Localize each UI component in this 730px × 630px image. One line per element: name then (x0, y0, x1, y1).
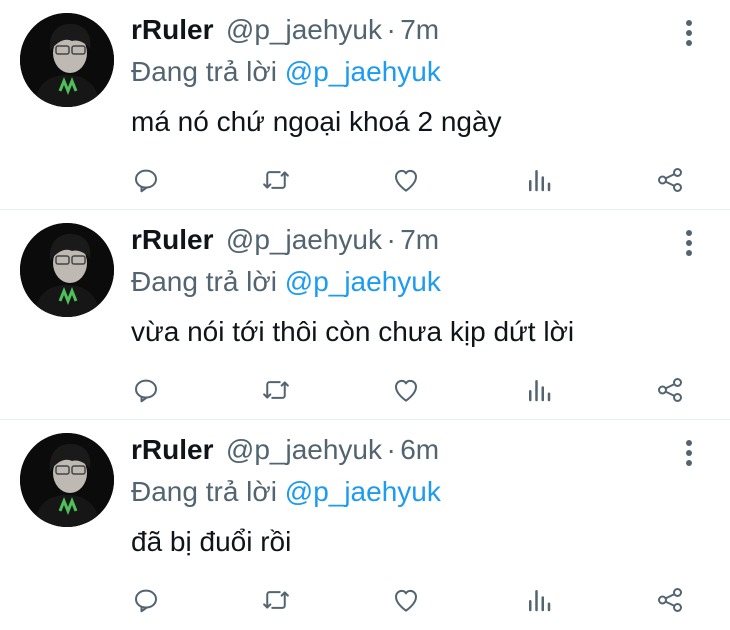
reply-mention-link[interactable]: @p_jaehyuk (285, 56, 441, 87)
reply-prefix: Đang trả lời (131, 476, 277, 507)
reply-mention-link[interactable]: @p_jaehyuk (285, 266, 441, 297)
avatar-photo (20, 223, 114, 317)
user-handle[interactable]: @p_jaehyuk (226, 14, 382, 45)
timestamp[interactable]: 7m (400, 14, 439, 45)
more-vertical-icon[interactable] (674, 226, 704, 260)
like-icon[interactable] (388, 582, 424, 618)
avatar[interactable] (20, 433, 114, 527)
avatar-photo (20, 13, 114, 107)
tweet[interactable]: rRuler @p_jaehyuk · 7m Đang trả lời @p_j… (0, 210, 730, 420)
separator-dot: · (386, 434, 396, 465)
reply-prefix: Đang trả lời (131, 56, 277, 87)
tweet-header: rRuler @p_jaehyuk · 7m (131, 220, 439, 260)
retweet-icon[interactable] (258, 372, 294, 408)
display-name[interactable]: rRuler (131, 14, 213, 45)
separator-dot: · (386, 224, 396, 255)
share-icon[interactable] (652, 372, 688, 408)
reply-mention-link[interactable]: @p_jaehyuk (285, 476, 441, 507)
tweet-text: vừa nói tới thôi còn chưa kịp dứt lời (131, 316, 575, 347)
tweet-header: rRuler @p_jaehyuk · 6m (131, 430, 439, 470)
timestamp[interactable]: 6m (400, 434, 439, 465)
analytics-icon[interactable] (521, 582, 557, 618)
reply-icon[interactable] (128, 162, 164, 198)
tweet-text: má nó chứ ngoại khoá 2 ngày (131, 106, 502, 137)
reply-icon[interactable] (128, 372, 164, 408)
display-name[interactable]: rRuler (131, 434, 213, 465)
reply-prefix: Đang trả lời (131, 266, 277, 297)
analytics-icon[interactable] (521, 162, 557, 198)
user-handle[interactable]: @p_jaehyuk (226, 224, 382, 255)
separator-dot: · (386, 14, 396, 45)
like-icon[interactable] (388, 372, 424, 408)
tweet-feed: rRuler @p_jaehyuk · 7m Đang trả lời @p_j… (0, 0, 730, 613)
tweet-text: đã bị đuổi rồi (131, 526, 292, 557)
tweet-actions (0, 372, 730, 408)
avatar[interactable] (20, 13, 114, 107)
avatar[interactable] (20, 223, 114, 317)
user-handle[interactable]: @p_jaehyuk (226, 434, 382, 465)
avatar-photo (20, 433, 114, 527)
timestamp[interactable]: 7m (400, 224, 439, 255)
retweet-icon[interactable] (258, 582, 294, 618)
like-icon[interactable] (388, 162, 424, 198)
tweet-actions (0, 162, 730, 198)
reply-icon[interactable] (128, 582, 164, 618)
tweet-actions (0, 582, 730, 618)
tweet-header: rRuler @p_jaehyuk · 7m (131, 10, 439, 50)
display-name[interactable]: rRuler (131, 224, 213, 255)
analytics-icon[interactable] (521, 372, 557, 408)
retweet-icon[interactable] (258, 162, 294, 198)
reply-context: Đang trả lời @p_jaehyuk (131, 262, 441, 302)
more-vertical-icon[interactable] (674, 436, 704, 470)
share-icon[interactable] (652, 582, 688, 618)
share-icon[interactable] (652, 162, 688, 198)
tweet[interactable]: rRuler @p_jaehyuk · 6m Đang trả lời @p_j… (0, 420, 730, 630)
reply-context: Đang trả lời @p_jaehyuk (131, 52, 441, 92)
tweet[interactable]: rRuler @p_jaehyuk · 7m Đang trả lời @p_j… (0, 0, 730, 210)
more-vertical-icon[interactable] (674, 16, 704, 50)
reply-context: Đang trả lời @p_jaehyuk (131, 472, 441, 512)
